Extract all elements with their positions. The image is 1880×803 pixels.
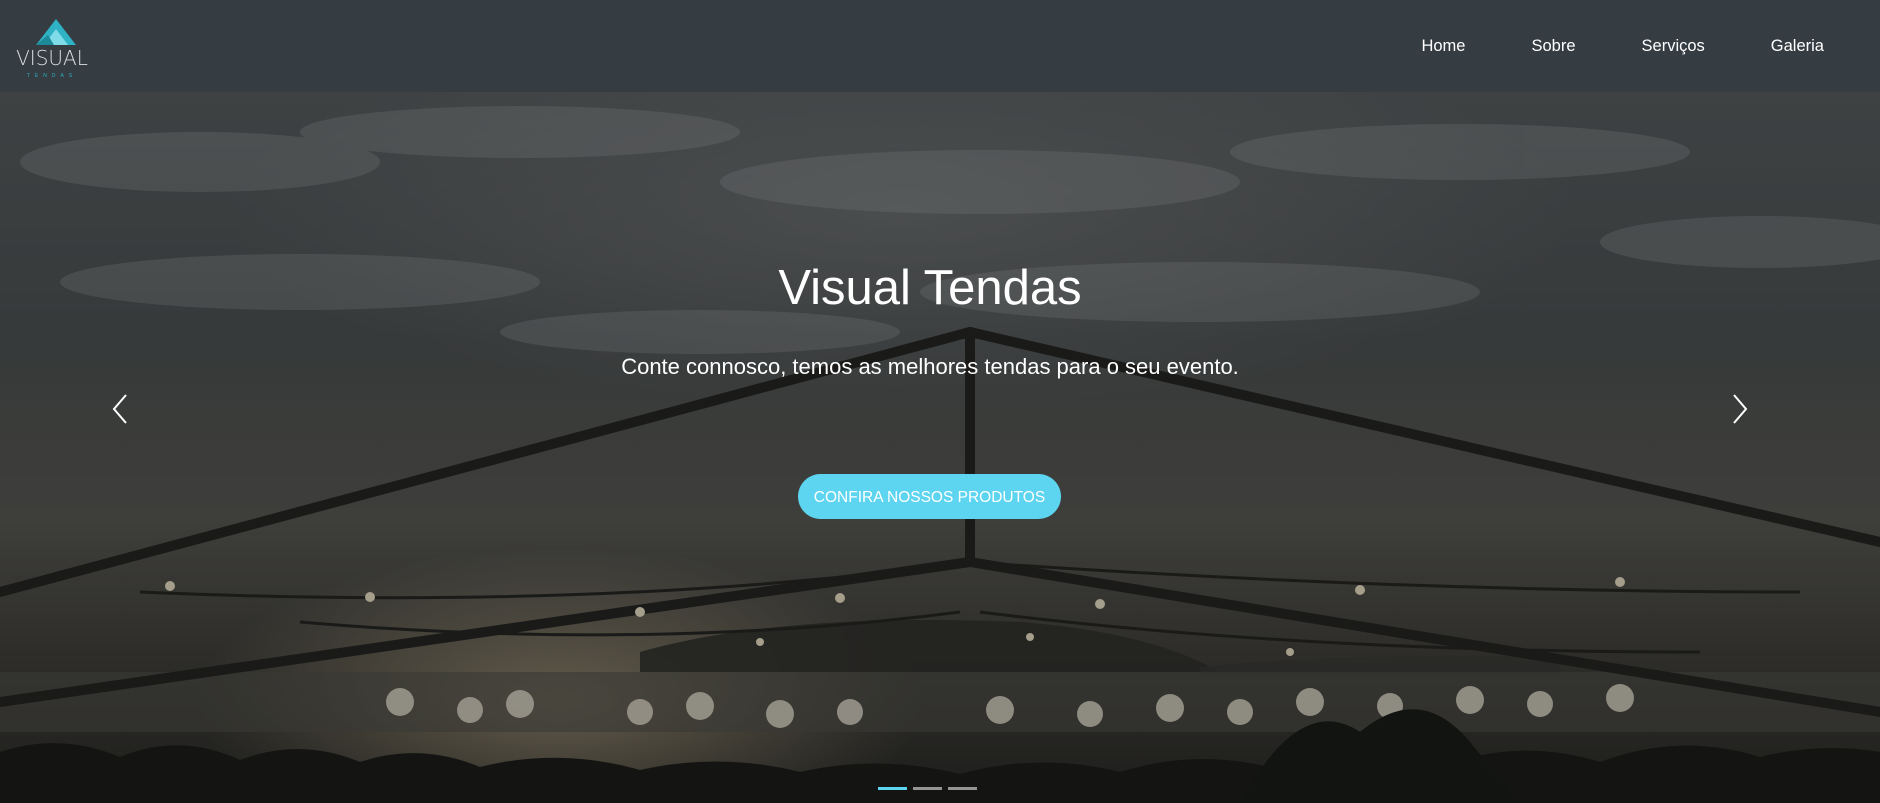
carousel-prev-button[interactable] [106,389,136,429]
cta-products-button[interactable]: CONFIRA NOSSOS PRODUTOS [798,474,1061,519]
brand-name: VISUAL [16,46,88,70]
hero-overlay [0,92,1880,803]
brand-tagline: TENDAS [26,73,78,79]
carousel-indicator-1[interactable] [878,787,907,790]
brand-logo[interactable]: VISUAL TENDAS [14,15,94,79]
nav-link-servicos[interactable]: Serviços [1642,37,1705,56]
navbar: VISUAL TENDAS Home Sobre Serviços Galeri… [0,0,1880,92]
hero-subtitle: Conte connosco, temos as melhores tendas… [621,354,1239,379]
carousel-next-button[interactable] [1724,389,1754,429]
nav-link-sobre[interactable]: Sobre [1531,37,1575,56]
carousel-indicators [878,787,977,790]
hero-title: Visual Tendas [778,261,1082,315]
carousel-indicator-2[interactable] [913,787,942,790]
chevron-right-icon [1733,394,1748,424]
nav-link-home[interactable]: Home [1421,37,1465,56]
nav-link-galeria[interactable]: Galeria [1771,37,1824,56]
chevron-left-icon [112,394,127,424]
hero-carousel: Visual Tendas Conte connosco, temos as m… [0,92,1880,803]
nav-menu: Home Sobre Serviços Galeria [1355,37,1824,56]
carousel-indicator-3[interactable] [948,787,977,790]
